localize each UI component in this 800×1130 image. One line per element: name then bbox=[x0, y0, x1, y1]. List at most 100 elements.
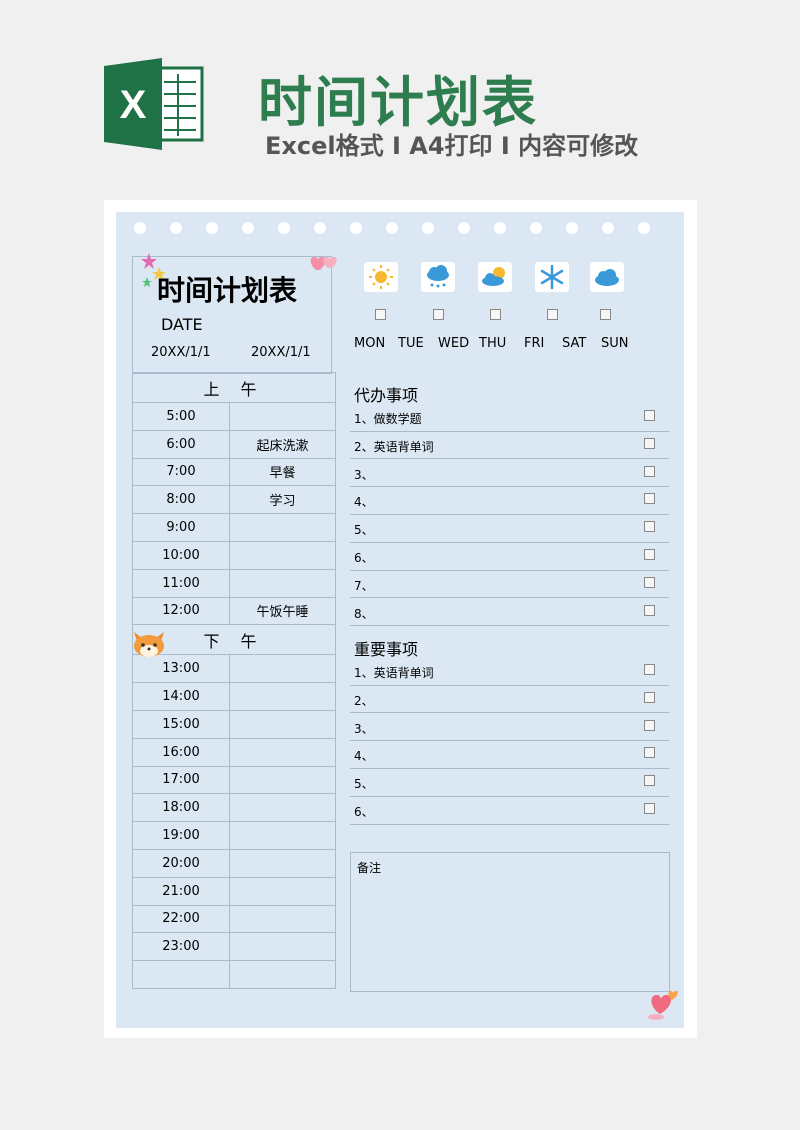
important-checkbox[interactable] bbox=[644, 747, 655, 759]
todo-row[interactable]: 5、 bbox=[350, 515, 669, 543]
binder-hole bbox=[134, 222, 146, 234]
schedule-row: 21:00 bbox=[132, 876, 336, 906]
important-row[interactable]: 1、英语背单词 bbox=[350, 658, 669, 686]
todo-checkbox[interactable] bbox=[644, 437, 655, 449]
schedule-task[interactable]: 学习 bbox=[229, 485, 336, 515]
schedule-task[interactable] bbox=[229, 848, 336, 878]
weather-checkbox[interactable] bbox=[433, 309, 444, 320]
schedule-task[interactable] bbox=[229, 513, 336, 542]
weather-checkbox[interactable] bbox=[490, 309, 501, 320]
schedule-row: 15:00 bbox=[132, 709, 336, 739]
todo-row[interactable]: 6、 bbox=[350, 543, 669, 571]
schedule-row: 13:00 bbox=[132, 654, 336, 684]
binder-hole bbox=[242, 222, 254, 234]
schedule-time: 10:00 bbox=[132, 540, 230, 570]
important-row[interactable]: 5、 bbox=[350, 769, 669, 797]
binder-hole bbox=[206, 222, 218, 234]
important-checkbox[interactable] bbox=[644, 664, 655, 675]
important-checkbox[interactable] bbox=[644, 691, 655, 703]
weather-checkbox[interactable] bbox=[600, 309, 611, 320]
schedule-task[interactable] bbox=[229, 402, 336, 431]
schedule-task[interactable]: 早餐 bbox=[229, 457, 336, 487]
todo-checkbox[interactable] bbox=[644, 410, 655, 421]
schedule-task[interactable]: 起床洗漱 bbox=[229, 429, 336, 459]
weather-checkbox[interactable] bbox=[547, 309, 558, 320]
schedule-task[interactable] bbox=[229, 654, 336, 684]
schedule-row: 10:00 bbox=[132, 540, 336, 570]
schedule-task[interactable] bbox=[229, 904, 336, 934]
schedule-row: 6:00 起床洗漱 bbox=[132, 429, 336, 459]
schedule-time: 20:00 bbox=[132, 848, 230, 878]
schedule-time: 7:00 bbox=[132, 457, 230, 487]
important-title: 重要事项 bbox=[354, 640, 419, 659]
page-subtitle: Excel格式 I A4打印 I 内容可修改 bbox=[265, 132, 639, 160]
todo-text: 2、英语背单词 bbox=[354, 439, 434, 454]
binder-hole bbox=[530, 222, 542, 234]
schedule-task[interactable] bbox=[229, 793, 336, 823]
schedule-time: 23:00 bbox=[132, 932, 230, 962]
schedule-task[interactable] bbox=[229, 568, 336, 598]
notes-box[interactable]: 备注 bbox=[350, 852, 670, 992]
todo-checkbox[interactable] bbox=[644, 465, 655, 477]
schedule-task[interactable] bbox=[229, 821, 336, 850]
schedule-task[interactable] bbox=[229, 737, 336, 767]
todo-row[interactable]: 8、 bbox=[350, 599, 669, 627]
todo-row[interactable]: 3、 bbox=[350, 460, 669, 488]
fox-decoration-icon bbox=[134, 632, 164, 657]
important-row[interactable]: 6、 bbox=[350, 797, 669, 825]
important-checkbox[interactable] bbox=[644, 775, 655, 787]
schedule-task[interactable] bbox=[229, 682, 336, 711]
schedule-time: 9:00 bbox=[132, 513, 230, 542]
schedule-task[interactable] bbox=[229, 540, 336, 570]
important-row[interactable]: 4、 bbox=[350, 741, 669, 769]
todo-checkbox[interactable] bbox=[644, 604, 655, 616]
important-row[interactable]: 3、 bbox=[350, 714, 669, 742]
schedule-time: 13:00 bbox=[132, 654, 230, 684]
todo-text: 3、 bbox=[354, 467, 374, 482]
svg-text:X: X bbox=[120, 83, 147, 127]
todo-row[interactable]: 1、做数学题 bbox=[350, 404, 669, 432]
binder-hole bbox=[458, 222, 470, 234]
schedule-task[interactable] bbox=[229, 876, 336, 906]
rain-cloud-icon bbox=[421, 262, 455, 292]
schedule-time: 11:00 bbox=[132, 568, 230, 598]
todo-checkbox[interactable] bbox=[644, 521, 655, 533]
important-checkbox[interactable] bbox=[644, 803, 655, 814]
cloud-icon bbox=[590, 262, 624, 292]
todo-checkbox[interactable] bbox=[644, 493, 655, 505]
planner-sheet: 时间计划表 DATE 20XX/1/1 20XX/1/1 上 午 5:00 6:00… bbox=[104, 200, 697, 1038]
schedule-row bbox=[132, 960, 336, 989]
important-row[interactable]: 2、 bbox=[350, 686, 669, 714]
heart-balloon-decoration-icon bbox=[648, 990, 678, 1020]
todo-checkbox[interactable] bbox=[644, 576, 655, 588]
schedule-task[interactable] bbox=[229, 932, 336, 962]
schedule-time: 5:00 bbox=[132, 402, 230, 431]
weather-checkbox[interactable] bbox=[375, 309, 386, 320]
important-checkbox[interactable] bbox=[644, 719, 655, 731]
schedule-time: 17:00 bbox=[132, 765, 230, 795]
day-tue: TUE bbox=[398, 336, 424, 351]
day-mon: MON bbox=[354, 336, 386, 351]
date-box: 时间计划表 DATE 20XX/1/1 20XX/1/1 bbox=[132, 253, 332, 374]
day-thu: THU bbox=[479, 336, 507, 351]
sun-icon bbox=[364, 262, 398, 292]
todo-text: 5、 bbox=[354, 523, 374, 538]
notes-label: 备注 bbox=[357, 861, 382, 875]
hearts-decoration-icon bbox=[310, 256, 337, 270]
todo-row[interactable]: 7、 bbox=[350, 571, 669, 599]
schedule-task[interactable]: 午饭午睡 bbox=[229, 596, 336, 626]
date-start[interactable]: 20XX/1/1 bbox=[151, 345, 211, 360]
schedule-task[interactable] bbox=[229, 709, 336, 739]
todo-checkbox[interactable] bbox=[644, 549, 655, 560]
schedule-time: 14:00 bbox=[132, 682, 230, 711]
schedule-task[interactable] bbox=[229, 960, 336, 989]
date-end[interactable]: 20XX/1/1 bbox=[251, 345, 311, 360]
day-fri: FRI bbox=[524, 336, 545, 351]
binder-hole bbox=[350, 222, 362, 234]
binder-hole bbox=[566, 222, 578, 234]
todo-title: 代办事项 bbox=[354, 386, 419, 405]
schedule-task[interactable] bbox=[229, 765, 336, 795]
todo-row[interactable]: 2、英语背单词 bbox=[350, 432, 669, 460]
todo-text: 1、做数学题 bbox=[354, 412, 422, 426]
todo-row[interactable]: 4、 bbox=[350, 487, 669, 515]
